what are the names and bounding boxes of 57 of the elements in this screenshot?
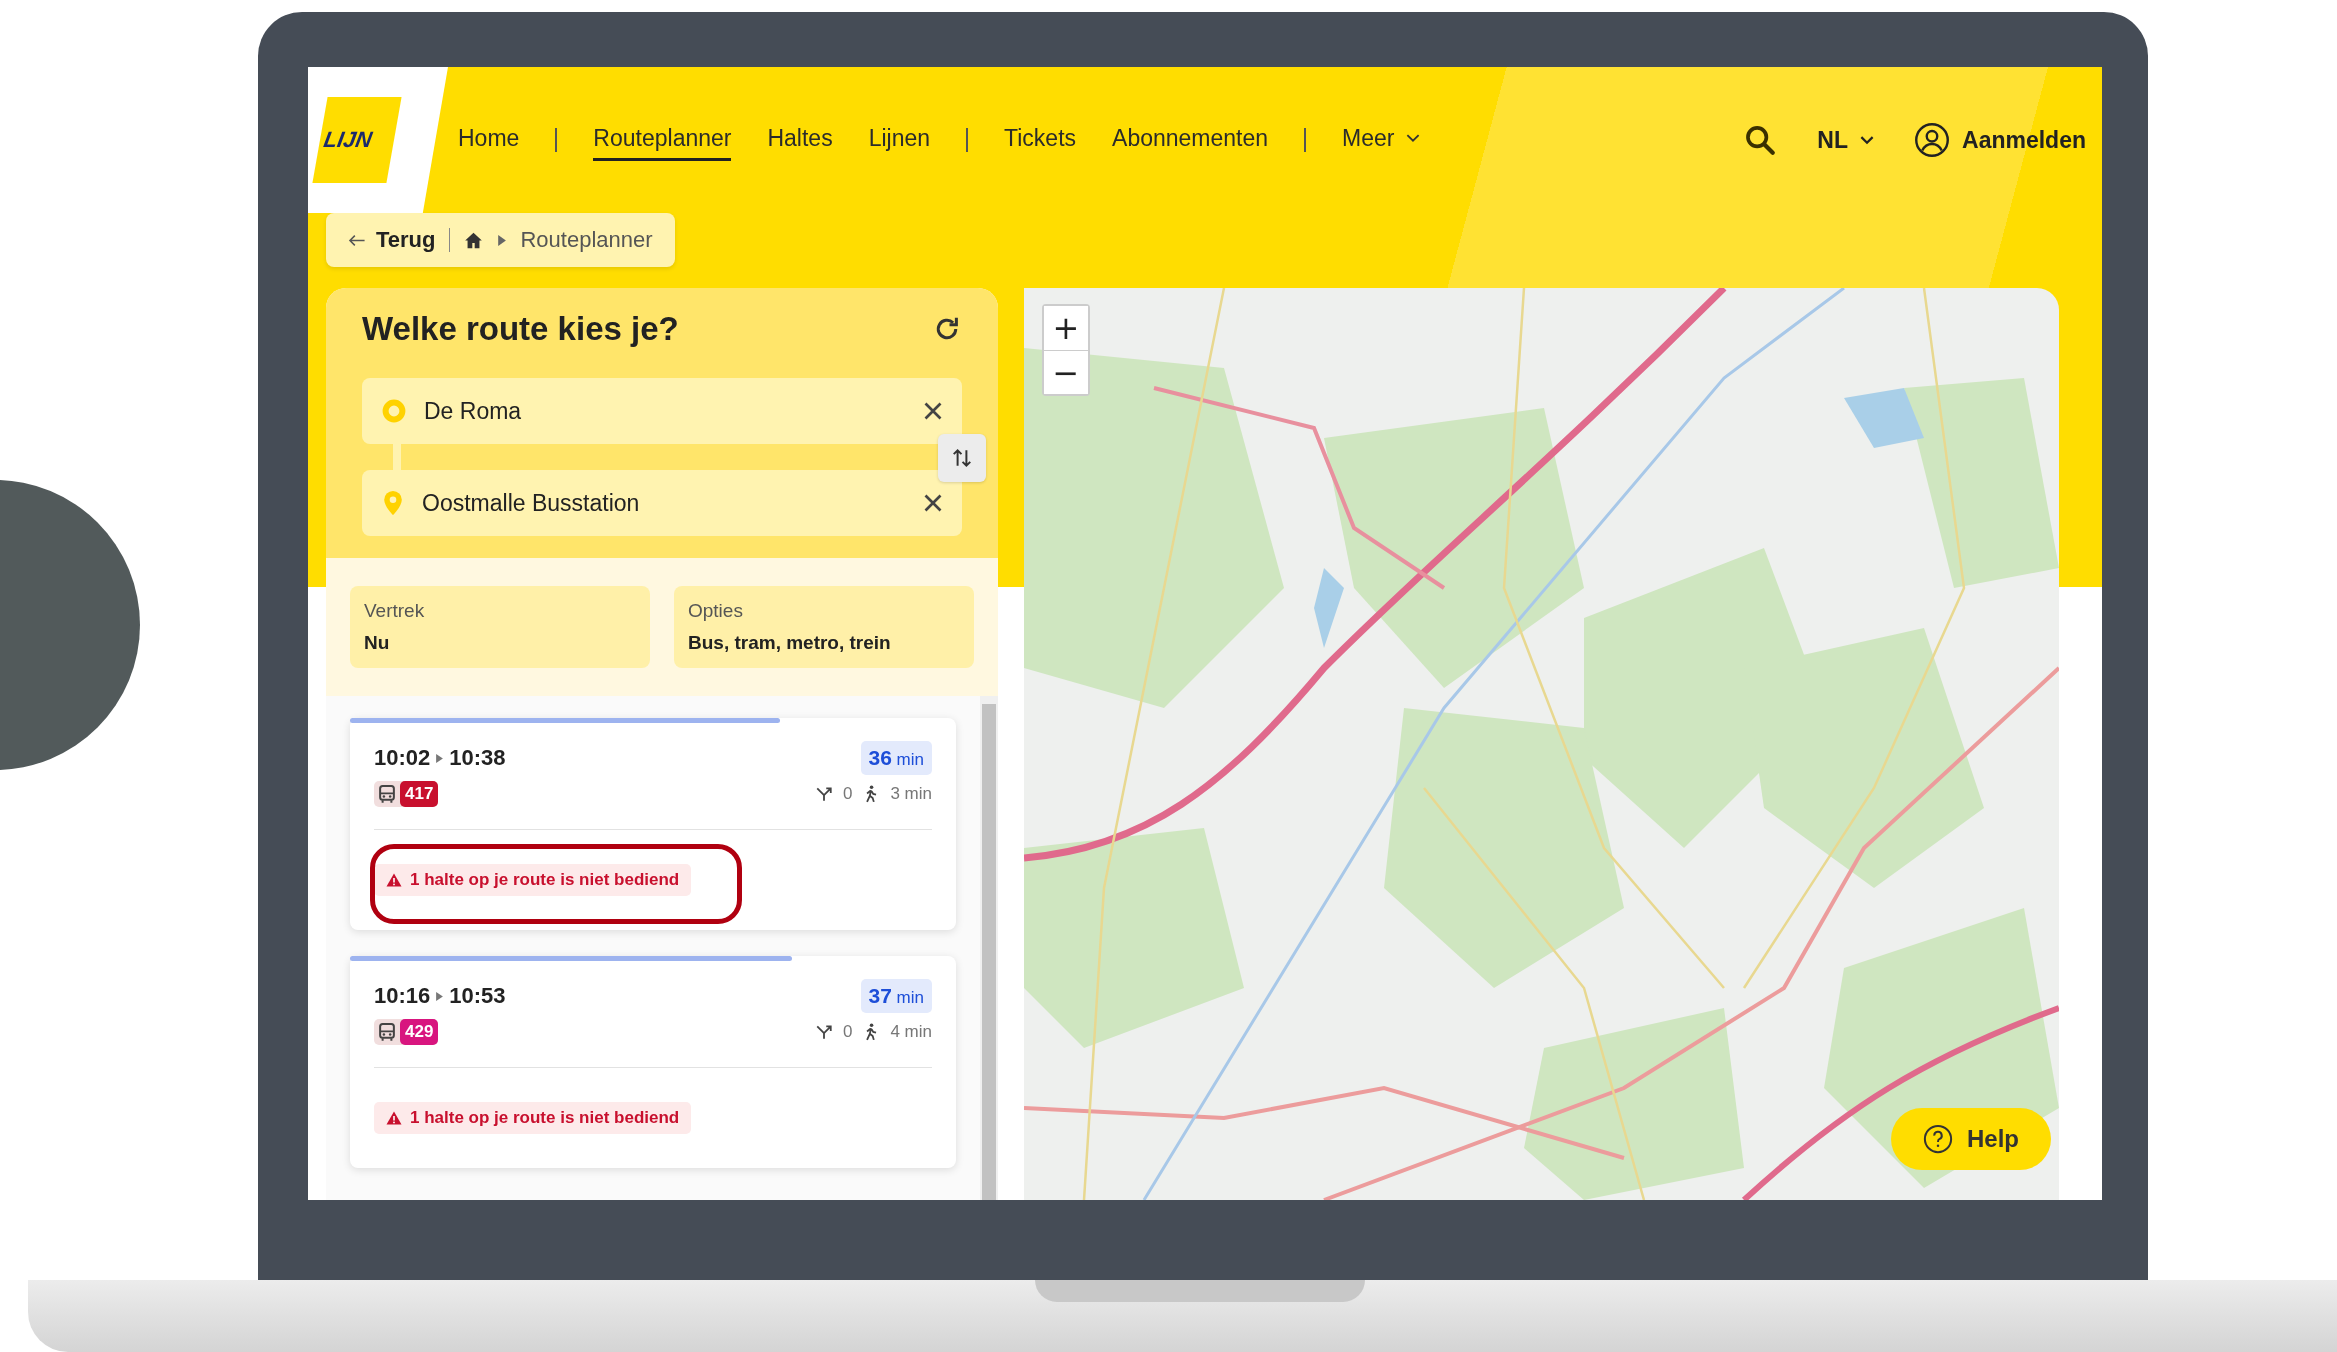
warning-icon: [386, 1111, 402, 1125]
user-icon: [1914, 122, 1950, 158]
clear-icon[interactable]: [924, 402, 942, 420]
transfer-icon: [814, 1023, 833, 1041]
language-selector[interactable]: NL: [1817, 126, 1874, 154]
map-pin-icon: [382, 489, 404, 517]
breadcrumb-current: Routeplanner: [520, 227, 653, 253]
nav-link[interactable]: Abonnementen: [1112, 119, 1269, 161]
route-card[interactable]: 10:02 10:38 36 min 417 0 3 min 1 halte op je route is niet bediend: [350, 718, 956, 930]
transfer-icon: [814, 785, 833, 803]
option-selector[interactable]: Opties Bus, tram, metro, trein: [674, 586, 974, 668]
route-card[interactable]: 10:16 10:53 37 min 429 0 4 min 1 halte op je route is niet bediend: [350, 956, 956, 1168]
duration-badge: 36 min: [860, 741, 932, 775]
walking-time: 3 min: [890, 784, 932, 804]
swap-arrows-icon: [951, 447, 973, 469]
arrow-left-icon: [348, 233, 366, 247]
warning-notice: 1 halte op je route is niet bediend: [374, 1102, 692, 1134]
search-icon[interactable]: [1743, 123, 1778, 157]
home-icon[interactable]: [464, 230, 484, 250]
caret-right-icon: [436, 991, 444, 1001]
line-number-badge: 429: [400, 1019, 439, 1045]
zoom-out-button[interactable]: −: [1044, 350, 1088, 394]
line-number-badge: 417: [400, 781, 439, 807]
caret-right-icon: [497, 234, 507, 246]
destination-field[interactable]: Oostmalle Busstation: [362, 470, 962, 536]
option-selector[interactable]: Vertrek Nu: [350, 586, 650, 668]
origin-dot-icon: [382, 399, 406, 423]
origin-field[interactable]: De Roma: [362, 378, 962, 444]
back-link[interactable]: Terug: [348, 227, 436, 253]
login-link[interactable]: Aanmelden: [1914, 122, 2086, 158]
nav-dropdown[interactable]: Meer: [1342, 119, 1421, 161]
nav-link[interactable]: Home: [458, 119, 520, 161]
bus-icon: [377, 784, 397, 804]
nav-link[interactable]: Tickets: [1004, 119, 1077, 161]
walking-time: 4 min: [890, 1022, 932, 1042]
nav-link[interactable]: Haltes: [767, 119, 833, 161]
logo[interactable]: LIJN: [312, 97, 402, 183]
caret-right-icon: [436, 753, 444, 763]
nav-link[interactable]: Routeplanner: [593, 119, 732, 161]
duration-badge: 37 min: [860, 979, 932, 1013]
question-mark-icon: [1923, 1124, 1953, 1154]
route-times: 10:02 10:38: [374, 745, 506, 771]
swap-button[interactable]: [938, 434, 986, 482]
planner-title: Welke route kies je?: [362, 310, 679, 348]
bus-icon: [377, 1022, 397, 1042]
scrollbar[interactable]: [980, 696, 998, 1200]
warning-icon: [386, 873, 402, 887]
transfer-count: 0: [842, 784, 853, 804]
route-times: 10:16 10:53: [374, 983, 506, 1009]
help-button[interactable]: Help: [1891, 1108, 2051, 1170]
chevron-down-icon: [1860, 135, 1874, 145]
nav-link[interactable]: Lijnen: [868, 119, 931, 161]
chevron-down-icon: [1406, 134, 1421, 143]
transfer-count: 0: [842, 1022, 853, 1042]
warning-notice: 1 halte op je route is niet bediend: [374, 864, 692, 896]
clear-icon[interactable]: [924, 494, 942, 512]
map-view[interactable]: + − Help: [1024, 288, 2059, 1200]
